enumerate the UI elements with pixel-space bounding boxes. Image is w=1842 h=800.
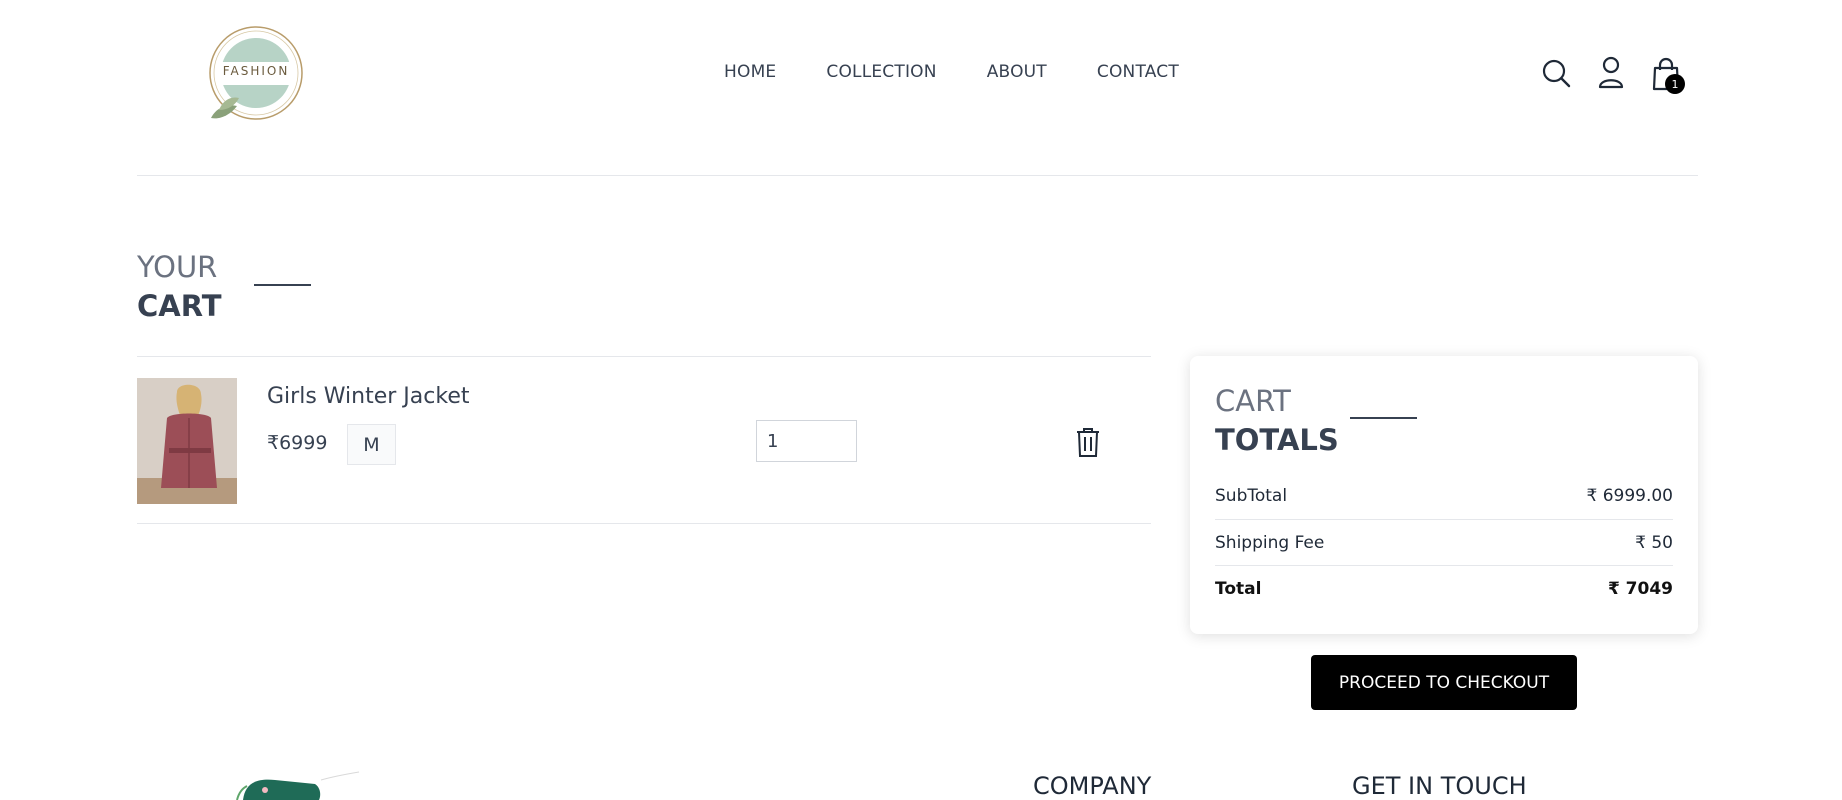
subtotal-value: ₹ 6999.00	[1586, 486, 1673, 506]
nav-collection[interactable]: COLLECTION	[826, 62, 936, 82]
subtotal-label: SubTotal	[1215, 486, 1288, 506]
product-price: ₹6999	[267, 432, 328, 454]
cart-button[interactable]: 1	[1651, 56, 1685, 94]
page-title-bottom: CART	[137, 289, 222, 323]
totals-title-underline	[1350, 417, 1417, 419]
nav-about[interactable]: ABOUT	[987, 62, 1047, 82]
totals-title-top: CART	[1215, 384, 1291, 418]
brand-logo[interactable]: FASHION	[207, 26, 305, 124]
title-underline	[254, 284, 311, 286]
nav-contact[interactable]: CONTACT	[1097, 62, 1179, 82]
shipping-value: ₹ 50	[1635, 532, 1673, 553]
product-size-badge: M	[347, 424, 396, 465]
product-thumbnail[interactable]	[137, 378, 237, 504]
page-title: YOUR CART	[137, 248, 222, 326]
cart-totals-title: CART TOTALS	[1215, 382, 1339, 460]
total-value: ₹ 7049	[1607, 579, 1673, 599]
quantity-input[interactable]	[756, 420, 857, 462]
shipping-label: Shipping Fee	[1215, 532, 1325, 553]
cart-count-badge: 1	[1665, 74, 1685, 94]
main-nav: HOME COLLECTION ABOUT CONTACT	[724, 62, 1179, 82]
product-name[interactable]: Girls Winter Jacket	[267, 384, 469, 409]
cart-totals-card: CART TOTALS SubTotal ₹ 6999.00 Shipping …	[1190, 356, 1698, 634]
profile-icon[interactable]	[1597, 56, 1625, 90]
logo-text: FASHION	[222, 64, 290, 78]
total-row: Total ₹ 7049	[1215, 566, 1673, 612]
header-divider	[137, 175, 1698, 176]
shipping-row: Shipping Fee ₹ 50	[1215, 520, 1673, 566]
trash-icon[interactable]	[1074, 426, 1102, 458]
nav-home[interactable]: HOME	[724, 62, 776, 82]
totals-table: SubTotal ₹ 6999.00 Shipping Fee ₹ 50 Tot…	[1215, 486, 1673, 612]
footer-logo[interactable]	[235, 770, 385, 800]
search-icon[interactable]	[1541, 58, 1571, 88]
proceed-to-checkout-button[interactable]: PROCEED TO CHECKOUT	[1311, 655, 1577, 710]
footer-contact-heading: GET IN TOUCH	[1352, 772, 1527, 800]
totals-title-bottom: TOTALS	[1215, 423, 1339, 457]
page-title-top: YOUR	[137, 250, 218, 284]
subtotal-row: SubTotal ₹ 6999.00	[1215, 486, 1673, 520]
cart-item-row: Girls Winter Jacket ₹6999 M	[137, 356, 1151, 524]
total-label: Total	[1215, 579, 1262, 599]
footer-company-heading: COMPANY	[1033, 772, 1152, 800]
